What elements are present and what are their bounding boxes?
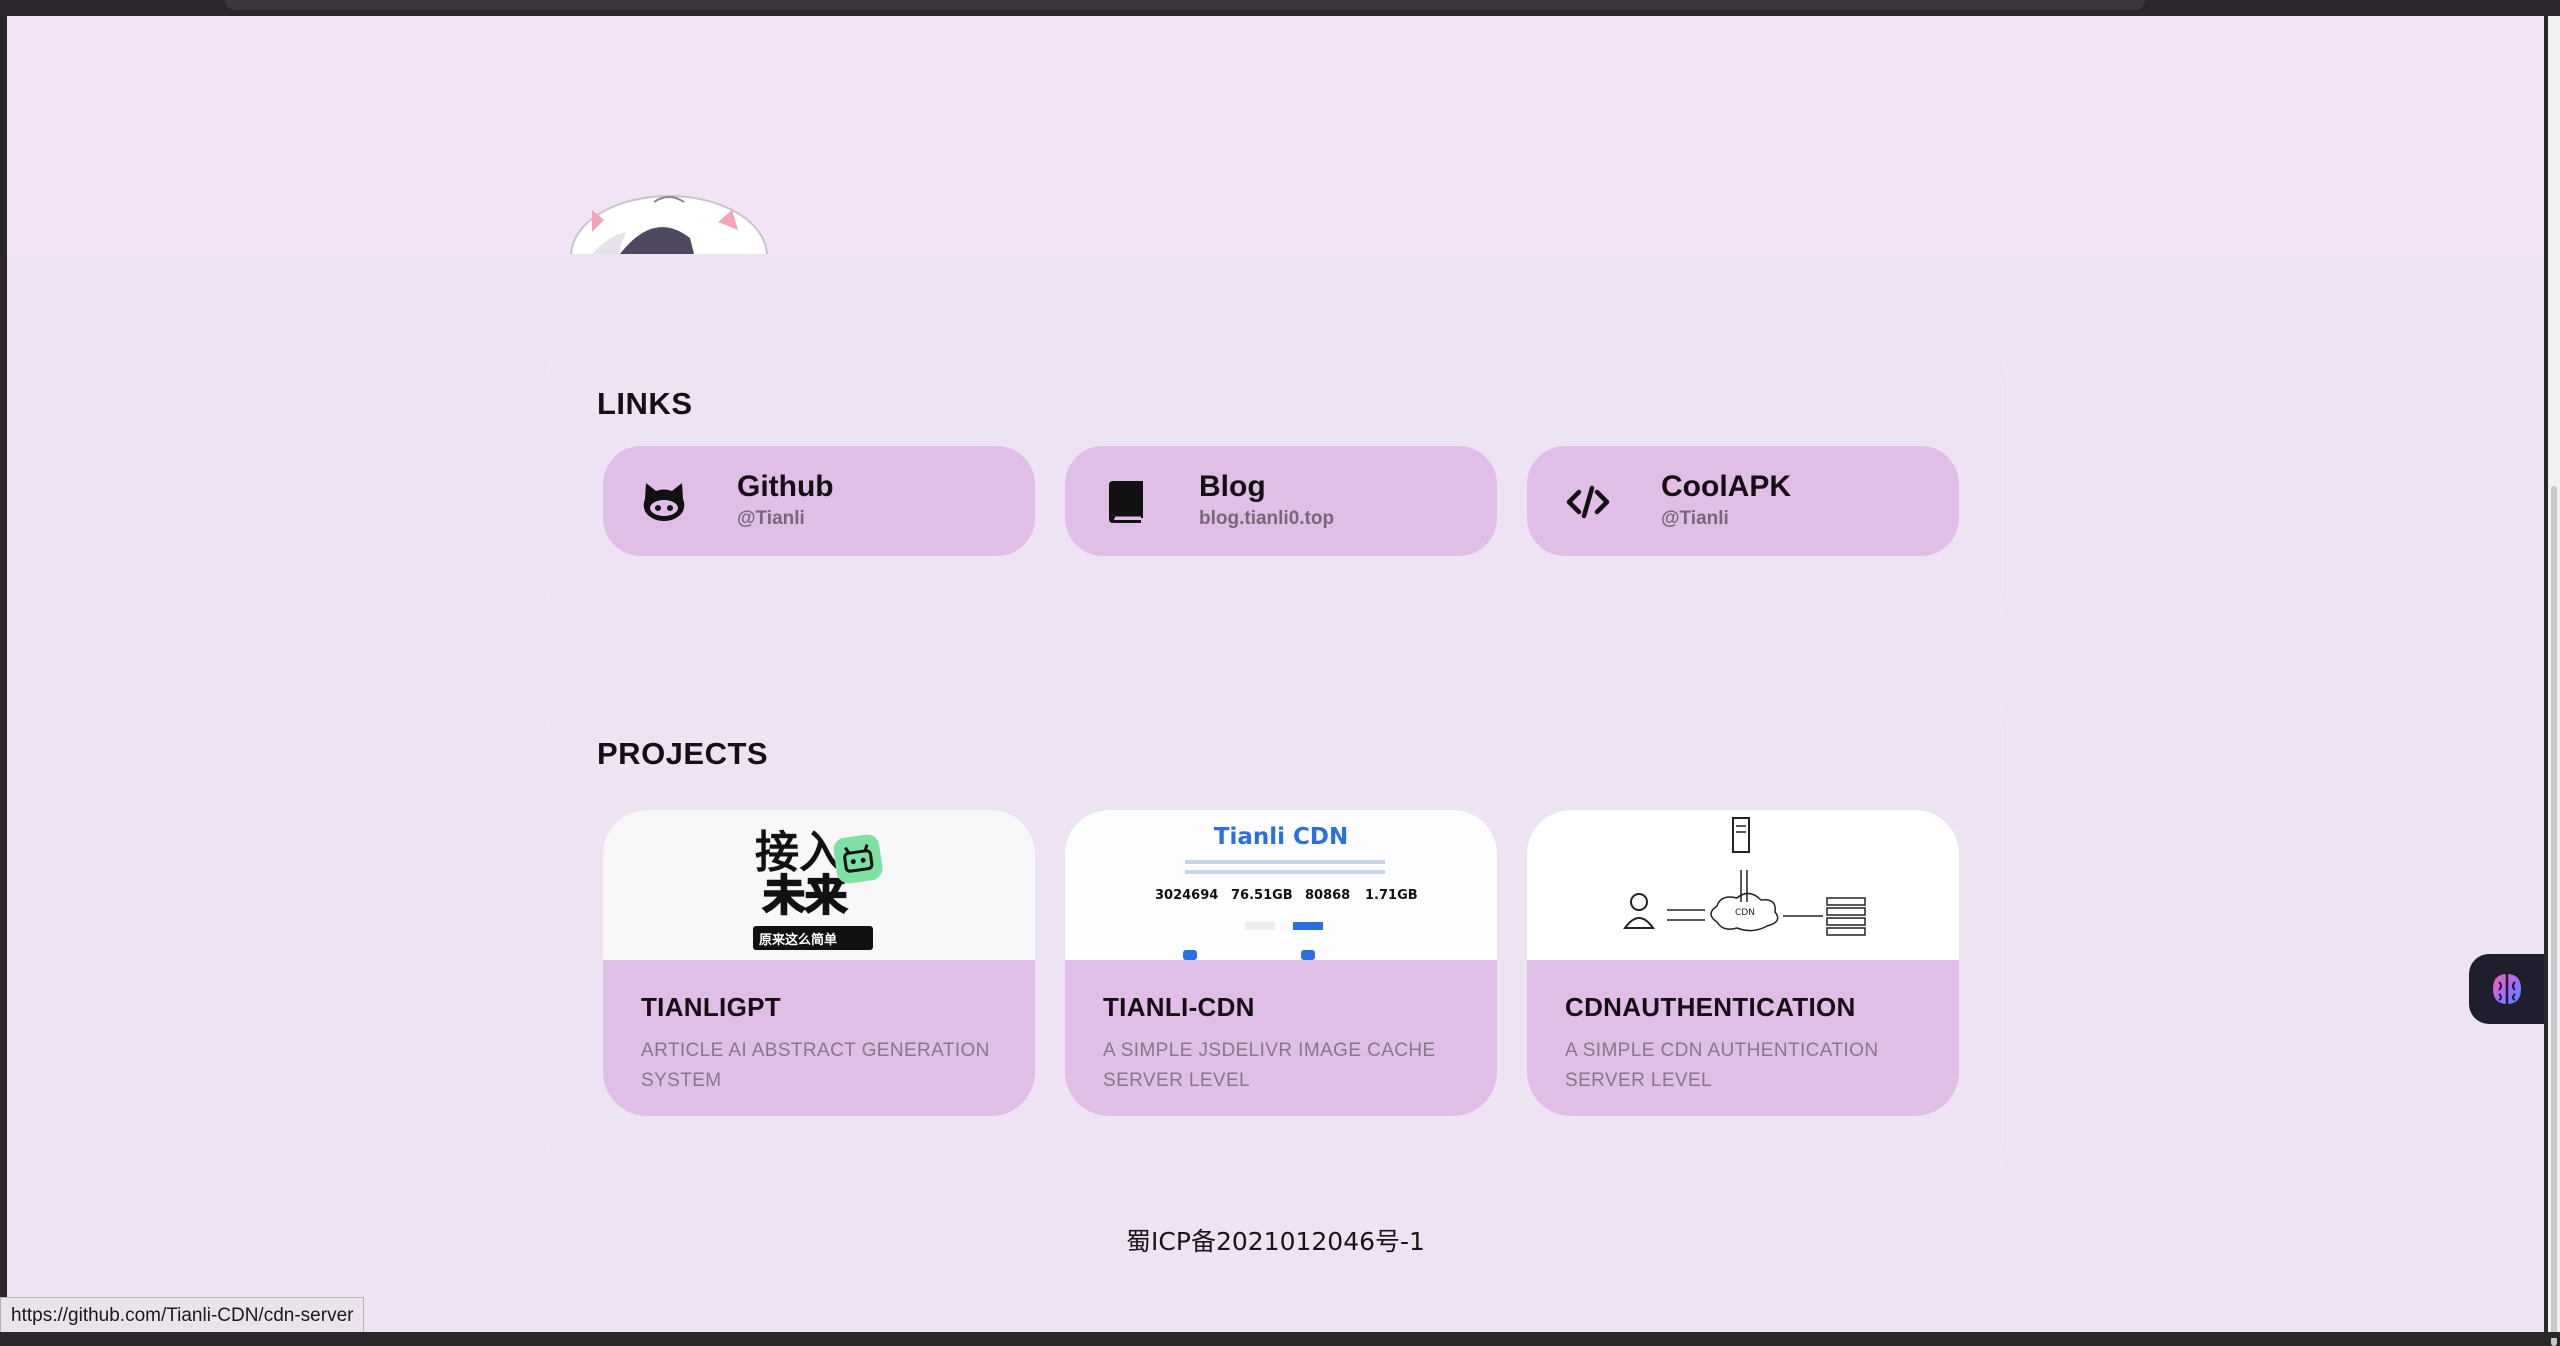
project-card-tianligpt[interactable]: 接入 未来 原来这么简单 TIANLIGPT ARTICLE AI ABSTRA… <box>603 810 1035 1116</box>
thumb-stat: 76.51GB <box>1231 888 1293 903</box>
project-card-cdnauthentication[interactable]: CDN CDNAUTHENTICATION A SIMPLE CDN AUTHE… <box>1527 810 1959 1116</box>
robot-badge <box>832 833 884 885</box>
page-viewport: LINKS Github @Tianli Blog blog.tianli0.t… <box>7 16 2544 1332</box>
header-banner <box>7 16 2544 254</box>
brain-icon <box>2493 974 2521 1004</box>
project-title: TIANLIGPT <box>641 992 781 1022</box>
project-thumbnail: CDN <box>1527 810 1959 960</box>
cdn-diagram <box>1623 817 1866 936</box>
project-description: A SIMPLE CDN AUTHENTICATION SERVER LEVEL <box>1565 1040 1879 1091</box>
thumb-caption-bar: 原来这么简单 <box>753 926 873 950</box>
link-subtitle: @Tianli <box>1661 508 1729 529</box>
thumb-caption: 原来这么简单 <box>759 933 838 948</box>
thumb-line <box>1185 860 1385 864</box>
link-card-github[interactable]: Github @Tianli <box>603 446 1035 556</box>
links-heading: LINKS <box>597 386 693 421</box>
link-subtitle: blog.tianli0.top <box>1199 508 1335 529</box>
project-thumbnail: 接入 未来 原来这么简单 <box>603 810 1035 960</box>
thumb-dot <box>1183 950 1197 960</box>
link-title: Blog <box>1199 470 1266 503</box>
link-title: Github <box>737 470 834 503</box>
github-icon <box>641 479 687 525</box>
page-scrollbar[interactable] <box>2548 16 2560 1346</box>
thumb-button <box>1245 922 1275 930</box>
book-icon <box>1103 479 1149 525</box>
avatar <box>562 192 792 254</box>
icp-footer-link[interactable]: 蜀ICP备2021012046号-1 <box>7 1222 2544 1258</box>
thumb-heading: Tianli CDN <box>1213 824 1349 850</box>
projects-heading: PROJECTS <box>597 736 769 771</box>
thumb-stat: 1.71GB <box>1365 888 1418 903</box>
project-thumbnail: Tianli CDN 3024694 76.51GB 80868 1.71GB <box>1065 810 1497 960</box>
floating-ai-button[interactable] <box>2469 954 2544 1024</box>
project-title: CDNAUTHENTICATION <box>1565 992 1856 1022</box>
browser-top-bar <box>0 0 2560 16</box>
link-card-blog[interactable]: Blog blog.tianli0.top <box>1065 446 1497 556</box>
link-subtitle: @Tianli <box>737 508 805 529</box>
thumb-stat: 3024694 <box>1155 888 1219 903</box>
thumb-stat: 80868 <box>1305 888 1351 903</box>
thumb-dot <box>1301 950 1315 960</box>
link-title: CoolAPK <box>1661 470 1791 503</box>
link-card-coolapk[interactable]: CoolAPK @Tianli <box>1527 446 1959 556</box>
window-bottom-edge <box>0 1332 2560 1338</box>
project-description: A SIMPLE JSDELIVR IMAGE CACHE SERVER LEV… <box>1103 1040 1436 1091</box>
code-icon <box>1565 479 1611 525</box>
thumb-line <box>1185 870 1385 874</box>
status-bar-url: https://github.com/Tianli-CDN/cdn-server <box>0 1297 365 1335</box>
links-section: LINKS Github @Tianli Blog blog.tianli0.t… <box>547 338 2007 634</box>
project-title: TIANLI-CDN <box>1103 992 1255 1022</box>
project-card-tianli-cdn[interactable]: Tianli CDN 3024694 76.51GB 80868 1.71GB … <box>1065 810 1497 1116</box>
project-description: ARTICLE AI ABSTRACT GENERATION SYSTEM <box>641 1040 990 1091</box>
thumb-heading-outline: 未来 <box>762 870 848 921</box>
projects-section: PROJECTS 接入 未来 原来这么简单 TIANLIGPT ARTICLE … <box>547 686 2007 1186</box>
thumb-cloud-label: CDN <box>1735 908 1755 918</box>
browser-tab-strip <box>225 0 2145 10</box>
thumb-button <box>1293 922 1323 930</box>
scrollbar-thumb[interactable] <box>2551 486 2557 1346</box>
